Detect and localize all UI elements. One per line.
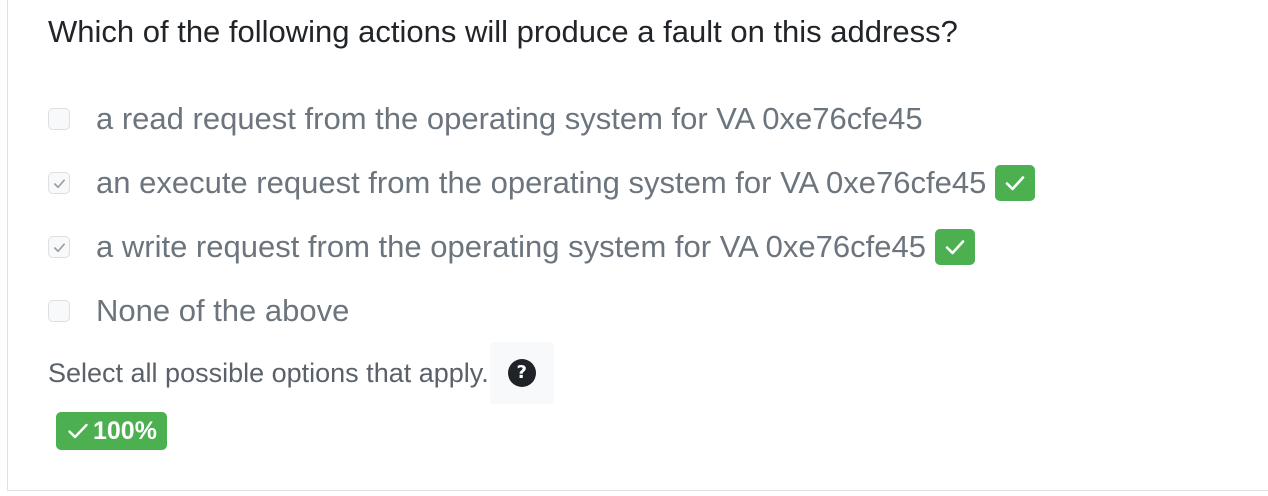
- checkbox-unchecked[interactable]: [48, 300, 70, 322]
- option-label: an execute request from the operating sy…: [96, 165, 987, 200]
- question-circle-icon: ?: [507, 359, 536, 387]
- option-read-request[interactable]: a read request from the operating system…: [48, 99, 923, 139]
- option-write-request[interactable]: a write request from the operating syste…: [48, 227, 975, 267]
- option-none-of-the-above[interactable]: None of the above: [48, 291, 349, 331]
- correct-check-icon: [934, 229, 975, 265]
- check-icon: [68, 423, 88, 439]
- score-text: 100%: [93, 416, 157, 445]
- help-button[interactable]: ?: [489, 342, 554, 404]
- option-execute-request[interactable]: an execute request from the operating sy…: [48, 163, 1036, 203]
- hint-text: Select all possible options that apply.: [48, 357, 489, 388]
- correct-check-icon: [995, 165, 1036, 201]
- checkmark-icon: [53, 242, 65, 252]
- option-label: a write request from the operating syste…: [96, 229, 926, 264]
- score-badge: 100%: [56, 412, 167, 450]
- option-label: None of the above: [96, 293, 350, 328]
- checkbox-unchecked[interactable]: [48, 108, 70, 130]
- hint-row: Select all possible options that apply. …: [48, 342, 554, 404]
- checkbox-checked[interactable]: [48, 236, 70, 258]
- checkbox-checked[interactable]: [48, 172, 70, 194]
- checkmark-icon: [53, 178, 65, 188]
- question-text: Which of the following actions will prod…: [48, 14, 958, 49]
- option-label: a read request from the operating system…: [96, 101, 923, 136]
